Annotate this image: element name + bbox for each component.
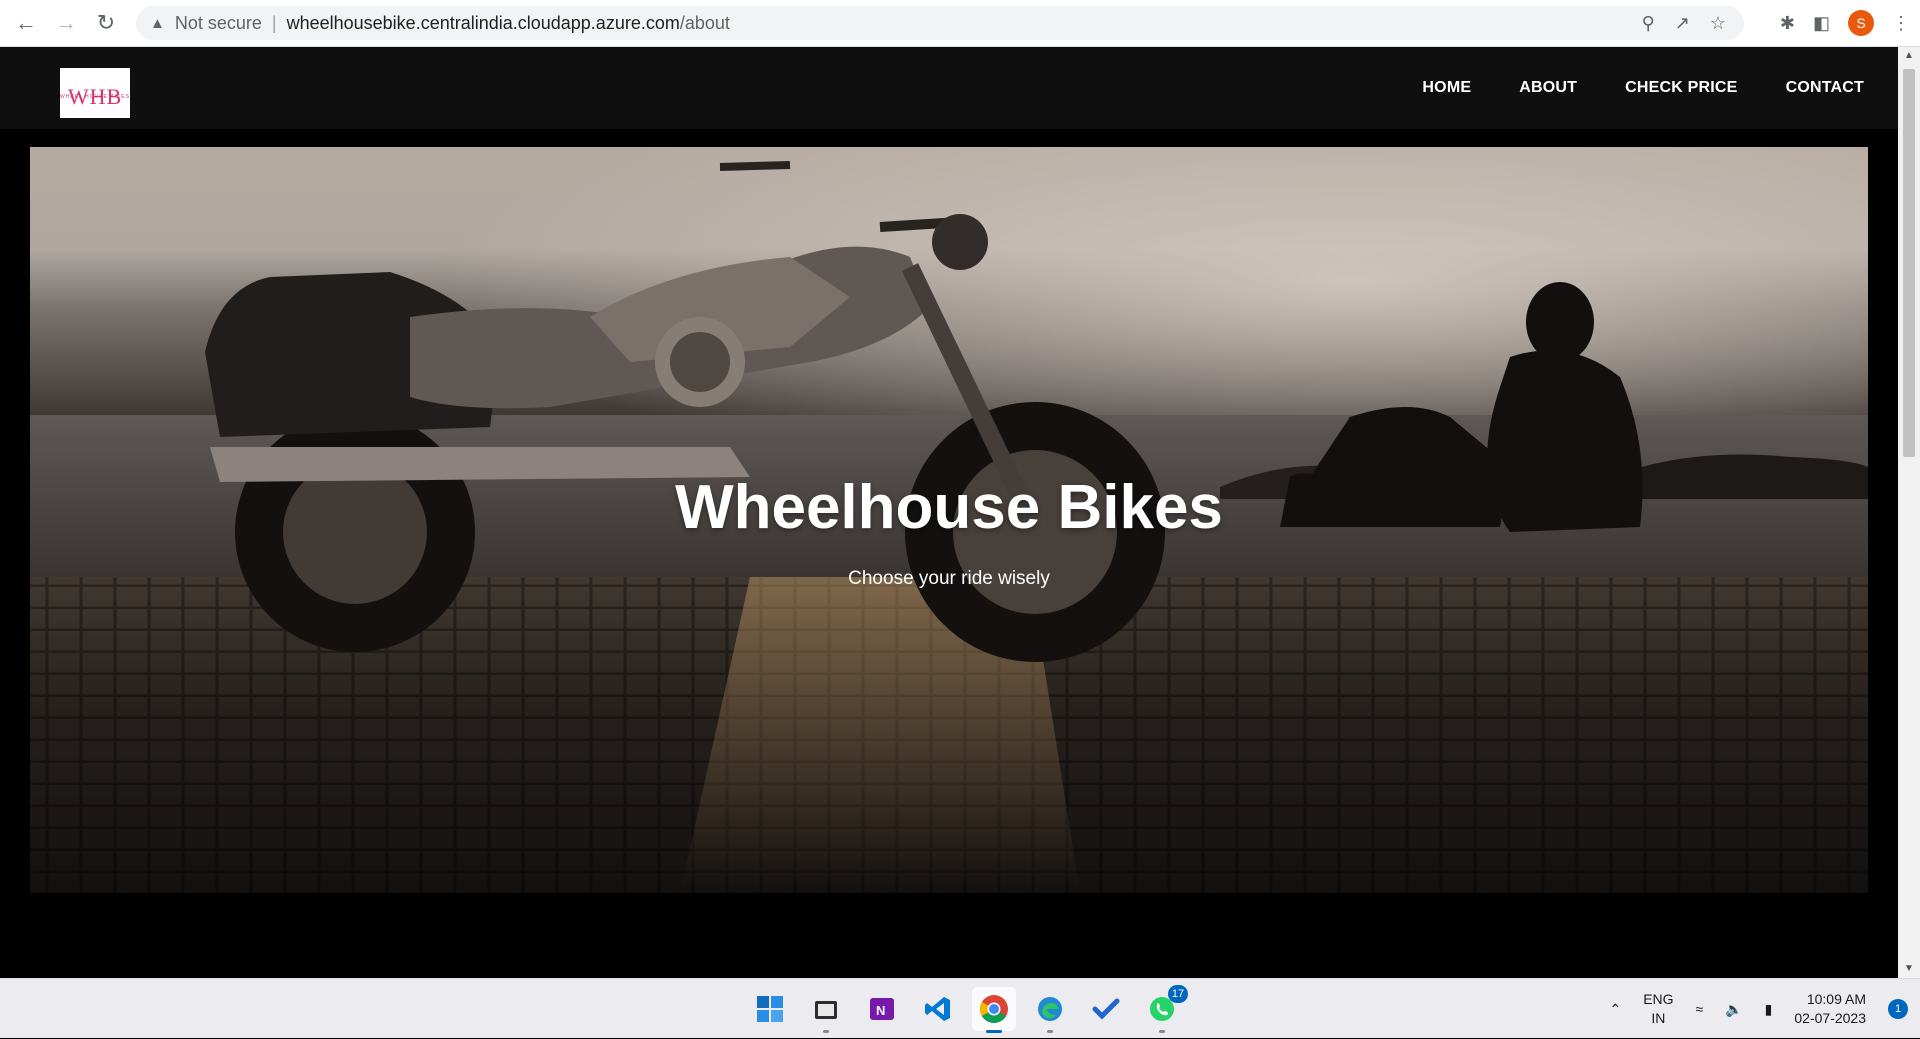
app-running-indicator bbox=[1047, 1030, 1053, 1033]
url-path: /about bbox=[679, 12, 730, 33]
chevron-up-icon[interactable]: ⌃ bbox=[1609, 1001, 1621, 1018]
language-indicator[interactable]: ENG IN bbox=[1643, 990, 1673, 1028]
app-running-indicator bbox=[823, 1030, 829, 1033]
todo-icon[interactable] bbox=[1084, 987, 1128, 1031]
whatsapp-icon[interactable]: 17 bbox=[1140, 985, 1188, 1033]
whatsapp-badge: 17 bbox=[1168, 985, 1188, 1003]
page-scrollbar[interactable]: ▲ ▼ bbox=[1898, 47, 1920, 978]
clock-date: 02-07-2023 bbox=[1794, 1010, 1866, 1026]
scrollbar-thumb[interactable] bbox=[1903, 69, 1915, 457]
hero-subtitle: Choose your ride wisely bbox=[848, 568, 1050, 589]
nav-contact[interactable]: CONTACT bbox=[1786, 79, 1864, 97]
warning-icon: ▲ bbox=[150, 14, 165, 32]
page-viewport: WHB WHEEL HOUSE BIKES HOME ABOUT CHECK P… bbox=[0, 47, 1898, 978]
scroll-up-arrow-icon[interactable]: ▲ bbox=[1898, 47, 1920, 65]
windows-taskbar: N 17 ⌃ ENG IN ≈ 🔈 ▮ 10:09 AM 02-07-2023 … bbox=[0, 978, 1920, 1038]
chrome-icon[interactable] bbox=[972, 987, 1016, 1033]
app-running-indicator bbox=[1159, 1030, 1165, 1033]
zoom-icon[interactable]: ⚲ bbox=[1642, 13, 1655, 34]
address-bar[interactable]: ▲ Not secure | wheelhousebike.centralind… bbox=[136, 6, 1744, 40]
site-logo[interactable]: WHB WHEEL HOUSE BIKES bbox=[60, 68, 130, 118]
share-icon[interactable]: ↗ bbox=[1675, 13, 1690, 34]
system-tray: ⌃ ENG IN ≈ 🔈 ▮ 10:09 AM 02-07-2023 1 bbox=[1609, 979, 1908, 1039]
nav-about[interactable]: ABOUT bbox=[1519, 79, 1577, 97]
hero-banner: Wheelhouse Bikes Choose your ride wisely bbox=[30, 147, 1868, 893]
side-panel-icon[interactable]: ◧ bbox=[1813, 13, 1830, 34]
vscode-icon[interactable] bbox=[916, 987, 960, 1031]
extensions-icon[interactable]: ✱ bbox=[1780, 13, 1795, 34]
clock[interactable]: 10:09 AM 02-07-2023 bbox=[1794, 990, 1866, 1028]
file-explorer-icon[interactable] bbox=[804, 987, 848, 1033]
reload-icon[interactable]: ↻ bbox=[86, 3, 126, 43]
nav-home[interactable]: HOME bbox=[1422, 79, 1471, 97]
clock-time: 10:09 AM bbox=[1806, 991, 1866, 1007]
language-region: IN bbox=[1651, 1010, 1666, 1026]
url-host: wheelhousebike.centralindia.cloudapp.azu… bbox=[286, 12, 680, 33]
back-arrow-icon[interactable]: ← bbox=[6, 3, 46, 43]
main-menu: HOME ABOUT CHECK PRICE CONTACT bbox=[1422, 47, 1864, 129]
address-separator: | bbox=[271, 12, 277, 33]
svg-text:N: N bbox=[876, 1003, 885, 1018]
site-navbar: WHB WHEEL HOUSE BIKES HOME ABOUT CHECK P… bbox=[0, 47, 1898, 129]
logo-tagline: WHEEL HOUSE BIKES bbox=[60, 94, 130, 100]
menu-kebab-icon[interactable]: ⋮ bbox=[1892, 13, 1910, 34]
windows-start-icon[interactable] bbox=[748, 987, 792, 1031]
scroll-down-arrow-icon[interactable]: ▼ bbox=[1898, 960, 1920, 978]
wifi-icon[interactable]: ≈ bbox=[1696, 1001, 1704, 1017]
profile-avatar[interactable]: S bbox=[1848, 10, 1874, 36]
language-code: ENG bbox=[1643, 991, 1674, 1007]
forward-arrow-icon[interactable]: → bbox=[46, 3, 86, 43]
bookmark-star-icon[interactable]: ☆ bbox=[1710, 13, 1726, 34]
onenote-icon[interactable]: N bbox=[860, 987, 904, 1031]
hero-title: Wheelhouse Bikes bbox=[675, 473, 1223, 542]
notification-badge[interactable]: 1 bbox=[1888, 999, 1908, 1019]
battery-icon[interactable]: ▮ bbox=[1765, 1001, 1773, 1018]
app-active-indicator bbox=[986, 1030, 1002, 1033]
security-label: Not secure bbox=[174, 12, 262, 33]
browser-toolbar: ← → ↻ ▲ Not secure | wheelhousebike.cent… bbox=[0, 0, 1920, 47]
edge-icon[interactable] bbox=[1028, 987, 1072, 1033]
volume-icon[interactable]: 🔈 bbox=[1725, 1001, 1742, 1018]
nav-check-price[interactable]: CHECK PRICE bbox=[1625, 79, 1737, 97]
